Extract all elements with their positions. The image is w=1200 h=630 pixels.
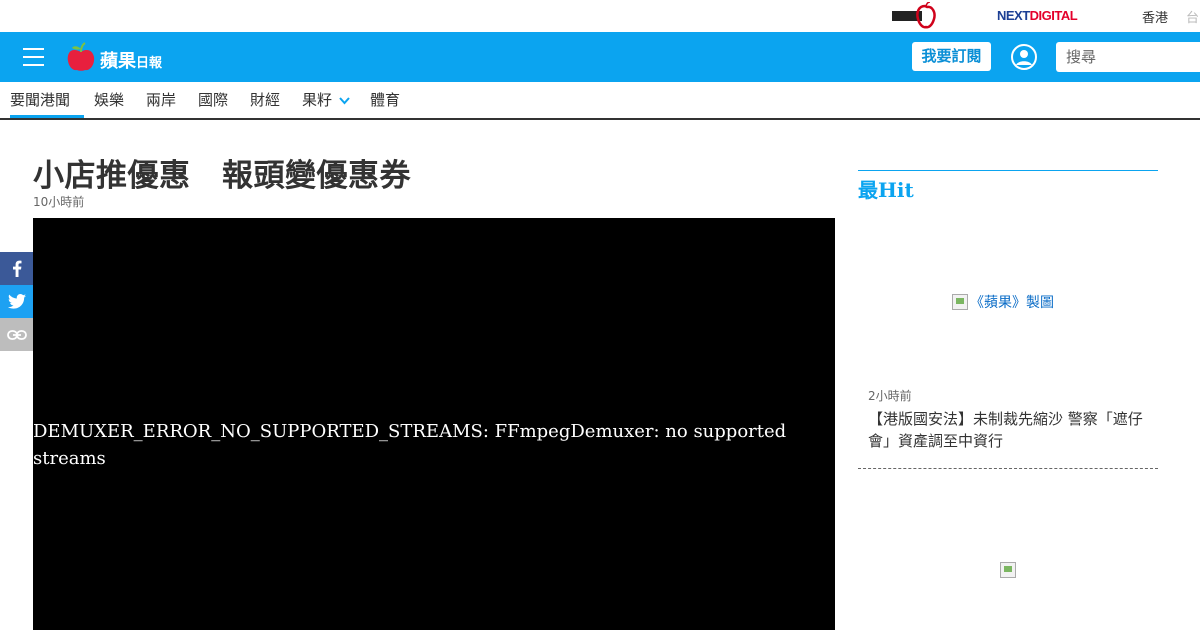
brand-sub: 日報 <box>136 56 163 71</box>
link-icon <box>6 329 27 340</box>
share-twitter-button[interactable] <box>0 285 33 318</box>
nav-item-lifestyle[interactable]: 果籽 <box>302 82 350 118</box>
sidebar-divider <box>858 170 1158 171</box>
video-error-message: DEMUXER_ERROR_NO_SUPPORTED_STREAMS: FFmp… <box>33 421 787 469</box>
nav-item-local-news[interactable]: 要聞港聞 <box>10 82 84 118</box>
article-timestamp: 10小時前 <box>33 195 85 209</box>
nav-item-entertainment[interactable]: 娛樂 <box>94 82 124 118</box>
next-digital-logo[interactable]: NEXTDIGITAL <box>997 8 1078 23</box>
user-icon[interactable] <box>1011 44 1037 70</box>
broken-image-icon <box>952 294 968 310</box>
next-label: NEXT <box>997 8 1030 23</box>
sidebar-item-headline[interactable]: 【港版國安法】未制裁先縮沙 警察「遮仔會」資產調至中資行 <box>868 408 1153 452</box>
nav-item-lifestyle-label: 果籽 <box>302 91 333 109</box>
nav-item-china-taiwan[interactable]: 兩岸 <box>146 82 176 118</box>
sidebar-title: 最Hit <box>858 178 914 202</box>
sidebar-image[interactable]: 《蘋果》製圖 <box>952 292 1054 312</box>
subscribe-button[interactable]: 我要訂閱 <box>912 42 991 71</box>
sidebar-image-2[interactable] <box>1000 562 1018 582</box>
sidebar-image-alt: 《蘋果》製圖 <box>970 295 1054 311</box>
digital-label: DIGITAL <box>1029 8 1078 23</box>
nav-item-international[interactable]: 國際 <box>198 82 228 118</box>
broken-image-icon <box>1000 562 1016 578</box>
article-title: 小店推優惠 報頭變優惠券 <box>33 158 411 194</box>
facebook-icon <box>12 260 21 277</box>
brand-text: 蘋果日報 <box>100 47 162 73</box>
twitter-icon <box>7 294 26 309</box>
video-player[interactable]: DEMUXER_ERROR_NO_SUPPORTED_STREAMS: FFmp… <box>33 218 835 630</box>
top-bar: NEXTDIGITAL 香港 台 <box>0 0 1200 32</box>
category-nav: 要聞港聞 娛樂 兩岸 國際 財經 果籽 體育 <box>0 82 1200 120</box>
region-hong-kong[interactable]: 香港 <box>1142 7 1168 26</box>
brand-main: 蘋果 <box>100 51 136 72</box>
sidebar-dashed-divider <box>858 468 1158 469</box>
nav-item-finance[interactable]: 財經 <box>250 82 280 118</box>
share-facebook-button[interactable] <box>0 252 33 285</box>
apple-daily-group-logo-icon[interactable] <box>892 2 936 30</box>
apple-logo-icon <box>67 42 95 71</box>
sidebar-item-time: 2小時前 <box>868 389 912 403</box>
hamburger-icon[interactable] <box>23 48 44 66</box>
search-input[interactable] <box>1056 42 1200 72</box>
main-header: 蘋果日報 我要訂閱 <box>0 32 1200 82</box>
copy-link-button[interactable] <box>0 318 33 351</box>
region-taiwan[interactable]: 台 <box>1186 7 1199 26</box>
chevron-down-icon <box>339 96 350 104</box>
nav-item-sports[interactable]: 體育 <box>370 82 400 118</box>
